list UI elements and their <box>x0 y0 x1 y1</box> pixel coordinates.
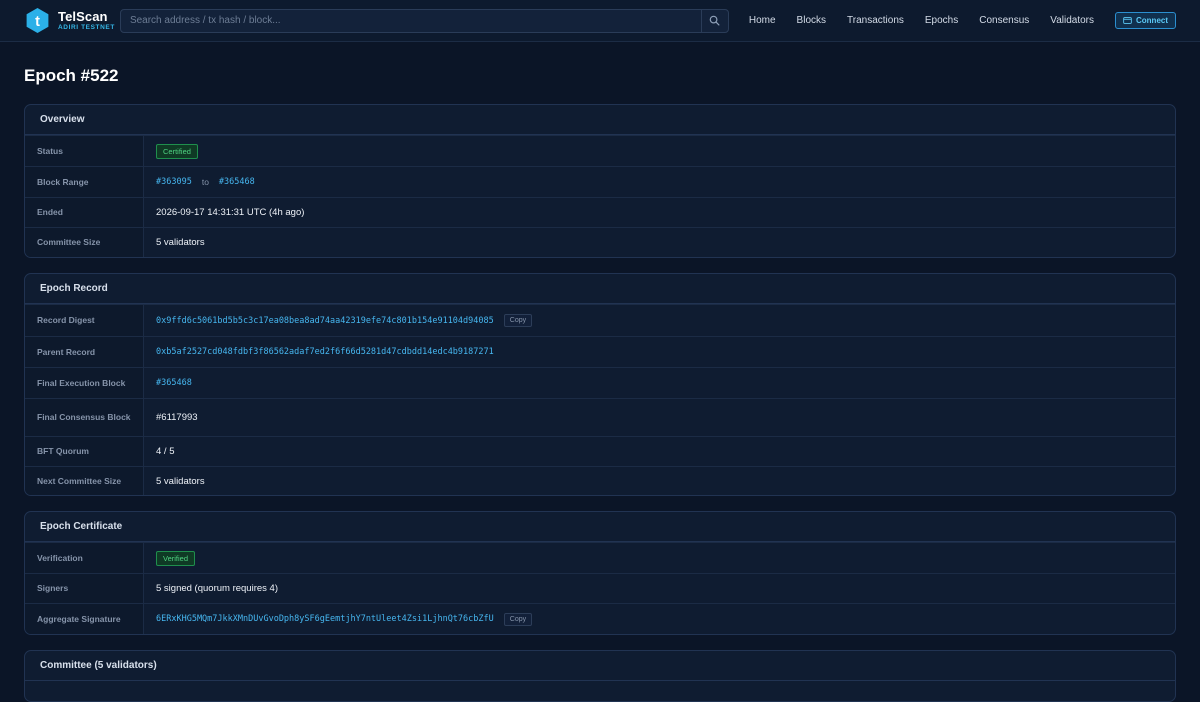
committee-card: Committee (5 validators) <box>24 650 1176 702</box>
nav-consensus[interactable]: Consensus <box>979 15 1029 26</box>
record-digest-label: Record Digest <box>25 305 144 336</box>
final-consensus-row: Final Consensus Block #6117993 <box>25 398 1175 436</box>
committee-table-start <box>25 681 1175 701</box>
ended-value: 2026-09-17 14:31:31 UTC (4h ago) <box>156 207 305 218</box>
committee-size-value: 5 validators <box>156 237 205 248</box>
final-execution-link[interactable]: #365468 <box>156 378 192 388</box>
status-badge: Certified <box>156 143 198 159</box>
parent-record-link[interactable]: 0xb5af2527cd048fdbf3f86562adaf7ed2f6f66d… <box>156 347 494 357</box>
block-range-start-link[interactable]: #363095 <box>156 177 192 187</box>
committee-title: Committee (5 validators) <box>25 651 1175 681</box>
status-label: Status <box>25 136 144 166</box>
search-icon <box>710 15 720 26</box>
copy-signature-button[interactable]: Copy <box>503 612 533 626</box>
bft-quorum-value: 4 / 5 <box>156 446 175 457</box>
committee-size-label: Committee Size <box>25 228 144 257</box>
nav-transactions[interactable]: Transactions <box>847 15 904 26</box>
epoch-record-card: Epoch Record Record Digest 0x9ffd6c5061b… <box>24 273 1176 496</box>
committee-size-row: Committee Size 5 validators <box>25 227 1175 257</box>
parent-record-row: Parent Record 0xb5af2527cd048fdbf3f86562… <box>25 336 1175 367</box>
final-execution-row: Final Execution Block #365468 <box>25 367 1175 398</box>
block-range-label: Block Range <box>25 167 144 197</box>
nav-home[interactable]: Home <box>749 15 776 26</box>
epoch-certificate-title: Epoch Certificate <box>25 512 1175 542</box>
epoch-record-title: Epoch Record <box>25 274 1175 304</box>
epoch-certificate-card: Epoch Certificate Verification Verified … <box>24 511 1176 635</box>
final-consensus-value: #6117993 <box>156 412 198 423</box>
final-consensus-label: Final Consensus Block <box>25 399 144 436</box>
verification-label: Verification <box>25 543 144 573</box>
block-range-row: Block Range #363095 to #365468 <box>25 166 1175 197</box>
page-title: Epoch #522 <box>24 66 119 85</box>
bft-quorum-label: BFT Quorum <box>25 437 144 466</box>
signers-label: Signers <box>25 574 144 603</box>
record-digest-value[interactable]: 0x9ffd6c5061bd5b5c3c17ea08bea8ad74aa4231… <box>156 316 494 326</box>
connect-button[interactable]: Connect <box>1115 12 1176 29</box>
svg-text:t: t <box>35 14 40 30</box>
next-committee-row: Next Committee Size 5 validators <box>25 466 1175 495</box>
final-execution-label: Final Execution Block <box>25 368 144 398</box>
parent-record-label: Parent Record <box>25 337 144 367</box>
ended-label: Ended <box>25 198 144 227</box>
overview-title: Overview <box>25 105 1175 135</box>
status-row: Status Certified <box>25 135 1175 166</box>
next-committee-label: Next Committee Size <box>25 467 144 495</box>
overview-card: Overview Status Certified Block Range #3… <box>24 104 1176 258</box>
nav-blocks[interactable]: Blocks <box>797 15 826 26</box>
top-navigation-bar: t TelScan ADIRI TESTNET Home Blocks Tran… <box>0 0 1200 42</box>
network-name: ADIRI TESTNET <box>58 23 115 31</box>
main-nav: Home Blocks Transactions Epochs Consensu… <box>749 12 1176 29</box>
connect-label: Connect <box>1136 16 1168 25</box>
block-range-separator: to <box>201 177 209 187</box>
verification-badge: Verified <box>156 550 196 566</box>
next-committee-value: 5 validators <box>156 475 205 487</box>
record-digest-row: Record Digest 0x9ffd6c5061bd5b5c3c17ea08… <box>25 304 1175 336</box>
bft-quorum-row: BFT Quorum 4 / 5 <box>25 436 1175 466</box>
search-input[interactable] <box>120 9 701 32</box>
main-content: Epoch #522 Overview Status Certified Blo… <box>0 66 1200 702</box>
aggregate-signature-row: Aggregate Signature 6ERxKHG5MQm7JkkXMnDU… <box>25 603 1175 634</box>
wallet-icon <box>1123 17 1132 24</box>
aggregate-signature-label: Aggregate Signature <box>25 604 144 634</box>
nav-validators[interactable]: Validators <box>1050 15 1094 26</box>
brand-name: TelScan <box>58 8 108 24</box>
telcoin-logo-icon: t <box>26 7 49 34</box>
ended-row: Ended 2026-09-17 14:31:31 UTC (4h ago) <box>25 197 1175 227</box>
search-box <box>119 8 729 33</box>
block-range-end-link[interactable]: #365468 <box>219 177 255 187</box>
signers-row: Signers 5 signed (quorum requires 4) <box>25 573 1175 603</box>
signers-value: 5 signed (quorum requires 4) <box>156 583 278 594</box>
nav-epochs[interactable]: Epochs <box>925 15 958 26</box>
copy-digest-button[interactable]: Copy <box>503 314 533 327</box>
aggregate-signature-value[interactable]: 6ERxKHG5MQm7JkkXMnDUvGvoDph8ySF6gEemtjhY… <box>156 614 494 624</box>
brand[interactable]: t TelScan ADIRI TESTNET <box>24 7 120 34</box>
search-button[interactable] <box>700 9 728 32</box>
verification-row: Verification Verified <box>25 542 1175 573</box>
